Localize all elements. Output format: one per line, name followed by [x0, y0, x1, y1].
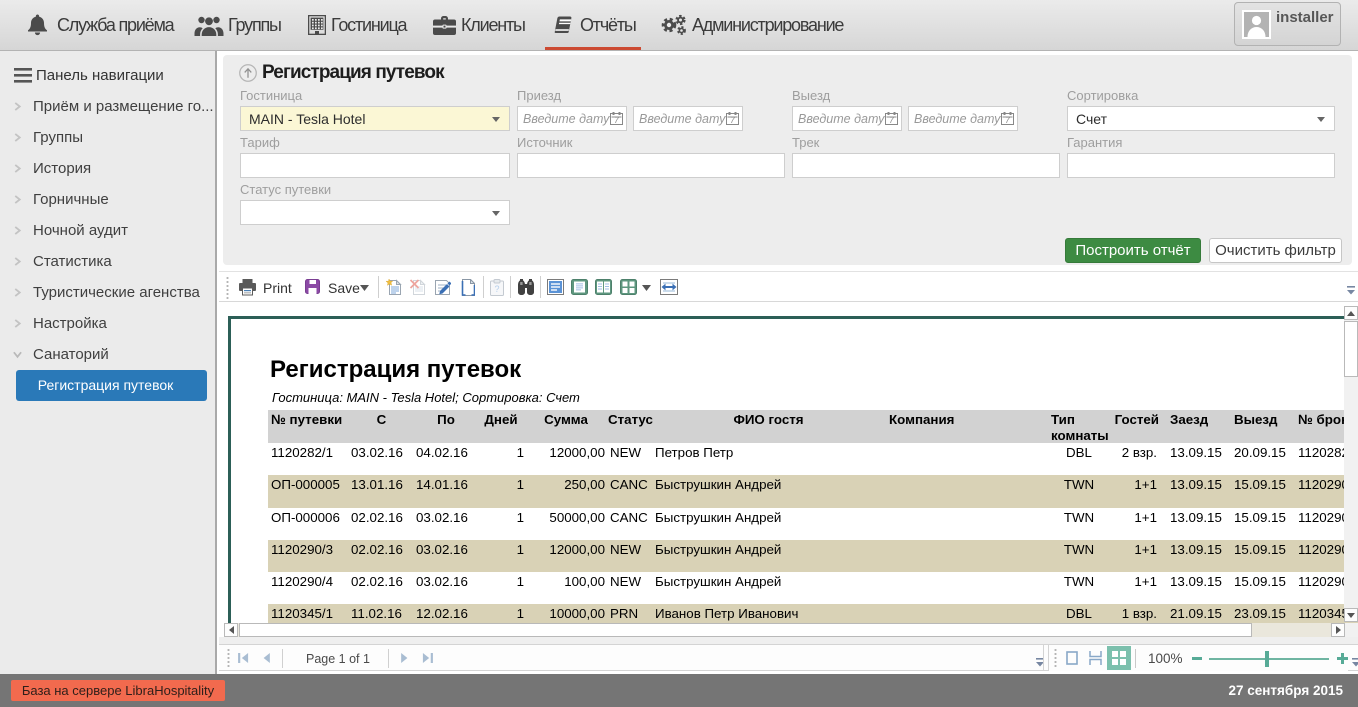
svg-text:?: ?	[494, 284, 499, 294]
svg-text:7: 7	[614, 116, 619, 125]
svg-text:7: 7	[1005, 116, 1010, 125]
svg-text:7: 7	[889, 116, 894, 125]
svg-text:7: 7	[730, 116, 735, 125]
